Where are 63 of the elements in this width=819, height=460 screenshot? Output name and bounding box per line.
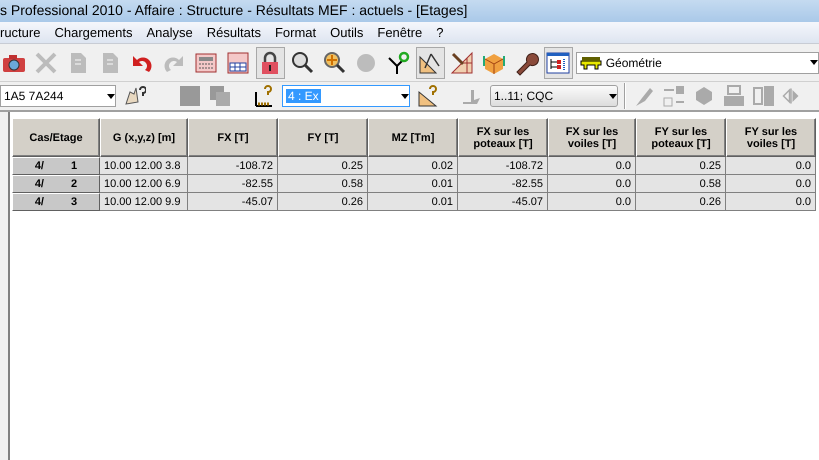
caret-icon <box>609 94 617 98</box>
hammer-grid-icon <box>449 50 476 76</box>
menu-item[interactable]: Format <box>274 25 324 40</box>
table-cell: 0.0 <box>548 157 636 175</box>
table-cell: 10.00 12.00 3.8 <box>100 157 188 175</box>
toolbar-button[interactable] <box>544 46 573 78</box>
table-cell: -45.07 <box>188 193 278 211</box>
column-header[interactable]: FX sur les poteaux [T] <box>458 118 548 157</box>
toolbar-button[interactable] <box>416 46 445 78</box>
zoom-icon <box>289 50 316 76</box>
mode-select[interactable]: 1..11; CQC <box>490 85 618 107</box>
column-header[interactable]: FX [T] <box>188 118 278 157</box>
column-header[interactable]: FY [T] <box>278 118 368 157</box>
table-cell: -45.07 <box>458 193 548 211</box>
structure-select[interactable]: 1A5 7A244 <box>0 85 116 107</box>
toolbar-button[interactable] <box>256 46 285 78</box>
tree-list-icon <box>545 50 572 76</box>
caret-icon <box>810 60 818 65</box>
menu-item[interactable]: Résultats <box>206 25 269 40</box>
table-cell: 0.0 <box>726 157 816 175</box>
column-header[interactable]: G (x,y,z) [m] <box>100 118 188 157</box>
close-icon <box>33 50 60 76</box>
table-cell: 0.0 <box>726 193 816 211</box>
row-header[interactable]: 4/ 2 <box>12 175 100 193</box>
table-icon <box>580 56 602 70</box>
table-cell: 0.0 <box>548 175 636 193</box>
column-header[interactable]: MZ [Tm] <box>368 118 458 157</box>
table-cell: 10.00 12.00 9.9 <box>100 193 188 211</box>
caret-icon <box>107 94 115 98</box>
table-cell: 0.26 <box>278 193 368 211</box>
menu-item[interactable]: Fenêtre <box>377 25 430 40</box>
table-cell: 0.0 <box>548 193 636 211</box>
table-cell: 0.01 <box>368 193 458 211</box>
column-header[interactable]: FY sur les voiles [T] <box>726 118 816 157</box>
menu-item[interactable]: Analyse <box>146 25 201 40</box>
table-cell: 0.02 <box>368 157 458 175</box>
table-cell: 0.58 <box>278 175 368 193</box>
menu-item[interactable]: ? <box>436 25 452 40</box>
column-header[interactable]: FY sur les poteaux [T] <box>636 118 726 157</box>
table-cell: 0.0 <box>726 175 816 193</box>
table-cell: 0.58 <box>636 175 726 193</box>
table-cell: -82.55 <box>188 175 278 193</box>
table-cell: 0.26 <box>636 193 726 211</box>
window-title: s Professional 2010 - Affaire : Structure - Résultats MEF : actuels - [Etages] <box>0 0 819 22</box>
table-cell: -82.55 <box>458 175 548 193</box>
layout-select[interactable]: Géométrie <box>576 52 819 74</box>
table-cell: -108.72 <box>458 157 548 175</box>
row-header[interactable]: 4/ 1 <box>12 157 100 175</box>
ruler-help-icon[interactable] <box>416 84 440 108</box>
column-header[interactable]: Cas/Etage <box>12 118 100 157</box>
menu-item[interactable]: Outils <box>330 25 372 40</box>
row-header[interactable]: 4/ 3 <box>12 193 100 211</box>
table-cell: 0.01 <box>368 175 458 193</box>
menu-item[interactable]: ructure <box>0 25 48 40</box>
calculator-table-icon <box>225 50 252 76</box>
menu-item[interactable]: Chargements <box>54 25 141 40</box>
table-cell: 0.25 <box>636 157 726 175</box>
table-cell: 10.00 12.00 6.9 <box>100 175 188 193</box>
zoom-move-icon <box>321 50 348 76</box>
table-cell: 0.25 <box>278 157 368 175</box>
caret-icon <box>401 94 409 98</box>
column-header[interactable]: FX sur les voiles [T] <box>548 118 636 157</box>
table-cell: -108.72 <box>188 157 278 175</box>
